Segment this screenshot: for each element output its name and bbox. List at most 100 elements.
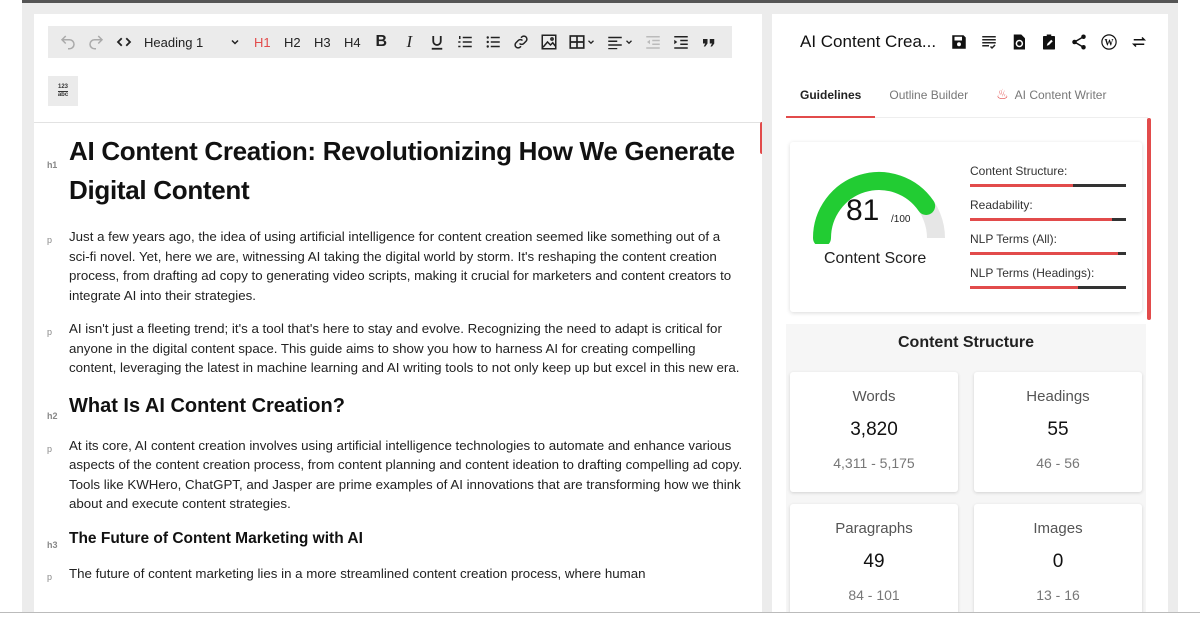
- editor-panel: Heading 1 H1 H2 H3 H4 B I 123 abc h1 AI …: [34, 14, 762, 612]
- outdent-icon: [646, 36, 661, 49]
- doc-heading-1[interactable]: h1 AI Content Creation: Revolutionizing …: [34, 132, 744, 210]
- link-icon: [514, 35, 528, 49]
- swap-panel-button[interactable]: [1128, 30, 1150, 54]
- tab-label: Guidelines: [800, 88, 862, 102]
- bullet-list-button[interactable]: [479, 28, 507, 56]
- tab-ai-content-writer[interactable]: ♨ AI Content Writer: [982, 82, 1120, 118]
- stat-value: 49: [863, 551, 885, 572]
- h3-button[interactable]: H3: [307, 28, 337, 56]
- spellcheck-button[interactable]: 123 abc: [48, 76, 78, 106]
- wordpress-button[interactable]: W: [1098, 30, 1120, 54]
- document-body[interactable]: h1 AI Content Creation: Revolutionizing …: [34, 132, 744, 583]
- align-button[interactable]: [601, 28, 639, 56]
- share-button[interactable]: [1068, 30, 1090, 54]
- redo-button[interactable]: [82, 28, 110, 56]
- version-history-button[interactable]: [1008, 30, 1030, 54]
- content-score-card: 81 /100 Content Score Content Structure:…: [790, 142, 1142, 312]
- metric-bar-fill: [970, 218, 1112, 221]
- spellcheck-top: 123: [57, 83, 68, 92]
- metric-label: NLP Terms (Headings):: [970, 266, 1095, 280]
- outdent-button[interactable]: [639, 28, 667, 56]
- clipboard-edit-icon: [1043, 34, 1055, 50]
- tab-label: AI Content Writer: [1014, 88, 1107, 102]
- code-icon: [116, 37, 132, 47]
- indent-icon: [674, 36, 689, 49]
- h1-button[interactable]: H1: [247, 28, 277, 56]
- chevron-down-icon: [626, 40, 633, 45]
- block-tag: p: [47, 327, 53, 337]
- doc-paragraph[interactable]: p Just a few years ago, the idea of usin…: [34, 227, 744, 305]
- block-text: AI Content Creation: Revolutionizing How…: [69, 136, 735, 205]
- bold-button[interactable]: B: [367, 28, 395, 56]
- block-text: AI isn't just a fleeting trend; it's a t…: [69, 321, 740, 375]
- block-text: The Future of Content Marketing with AI: [69, 529, 363, 547]
- bottom-bar: [0, 612, 1200, 628]
- heading-select[interactable]: Heading 1: [138, 35, 247, 50]
- italic-button[interactable]: I: [395, 28, 423, 56]
- doc-paragraph[interactable]: p The future of content marketing lies i…: [34, 564, 744, 584]
- document-title: AI Content Crea...: [800, 32, 937, 51]
- tab-guidelines[interactable]: Guidelines: [786, 82, 876, 118]
- score-label: Content Score: [824, 250, 927, 267]
- doc-paragraph[interactable]: p AI isn't just a fleeting trend; it's a…: [34, 319, 744, 378]
- underline-button[interactable]: [423, 28, 451, 56]
- fire-icon: ♨: [996, 86, 1009, 102]
- h4-button[interactable]: H4: [337, 28, 367, 56]
- stat-name: Paragraphs: [835, 520, 913, 537]
- stat-name: Words: [852, 388, 896, 405]
- metric-label: Content Structure:: [970, 164, 1068, 178]
- bullet-list-icon: [486, 36, 501, 48]
- content-structure-section: Content Structure Words 3,820 4,311 - 5,…: [786, 324, 1146, 612]
- chevron-down-icon: [231, 39, 239, 45]
- undo-button[interactable]: [54, 28, 82, 56]
- image-button[interactable]: [535, 28, 563, 56]
- ordered-list-button[interactable]: [451, 28, 479, 56]
- panel-tabs: Guidelines Outline Builder ♨ AI Content W…: [786, 82, 1148, 118]
- quote-icon: [703, 39, 715, 47]
- metric-readability: Readability:: [970, 198, 1128, 232]
- metric-label: Readability:: [970, 198, 1033, 212]
- metric-nlp-terms-all: NLP Terms (All):: [970, 232, 1128, 266]
- indent-button[interactable]: [667, 28, 695, 56]
- link-button[interactable]: [507, 28, 535, 56]
- stat-name: Images: [1033, 520, 1083, 537]
- doc-heading-2[interactable]: h2 What Is AI Content Creation?: [34, 392, 744, 421]
- checklist-icon: [982, 36, 996, 50]
- editor-scrollbar[interactable]: [760, 122, 762, 154]
- table-button[interactable]: [563, 28, 601, 56]
- edit-brief-button[interactable]: [1038, 30, 1060, 54]
- wordpress-icon: W: [1101, 34, 1117, 50]
- underline-icon: [432, 36, 443, 50]
- source-code-button[interactable]: [110, 28, 138, 56]
- metric-bar: [970, 218, 1126, 221]
- block-text: Just a few years ago, the idea of using …: [69, 229, 732, 303]
- doc-heading-3[interactable]: h3 The Future of Content Marketing with …: [34, 528, 744, 550]
- ordered-list-icon: [458, 36, 473, 48]
- metric-content-structure: Content Structure:: [970, 164, 1128, 198]
- score-value: 81: [846, 194, 880, 227]
- stat-value: 0: [1052, 551, 1064, 572]
- editor-divider: [34, 122, 762, 123]
- h2-button[interactable]: H2: [277, 28, 307, 56]
- save-button[interactable]: [948, 30, 970, 54]
- block-tag: p: [47, 235, 53, 245]
- bold-icon: B: [375, 33, 388, 50]
- checklist-button[interactable]: [978, 30, 1000, 54]
- metric-nlp-terms-headings: NLP Terms (Headings):: [970, 266, 1128, 300]
- stat-range: 4,311 - 5,175: [833, 455, 915, 471]
- heading-select-value: Heading 1: [144, 34, 204, 50]
- tab-outline-builder[interactable]: Outline Builder: [875, 82, 982, 118]
- panel-header: AI Content Crea... W: [800, 30, 1150, 54]
- stat-value: 3,820: [850, 419, 898, 440]
- blockquote-button[interactable]: [695, 28, 723, 56]
- metric-bar-fill: [970, 184, 1073, 187]
- image-icon: [541, 34, 557, 50]
- doc-paragraph[interactable]: p At its core, AI content creation invol…: [34, 436, 744, 514]
- chevron-down-icon: [588, 40, 595, 45]
- section-title: Content Structure: [898, 334, 1034, 351]
- score-metrics: Content Structure: Readability: NLP Term…: [970, 164, 1128, 300]
- stat-card-paragraphs: Paragraphs 49 84 - 101: [790, 504, 958, 612]
- svg-text:W: W: [1105, 37, 1114, 47]
- panel-scrollbar[interactable]: [1147, 118, 1151, 320]
- stat-range: 46 - 56: [1036, 455, 1080, 471]
